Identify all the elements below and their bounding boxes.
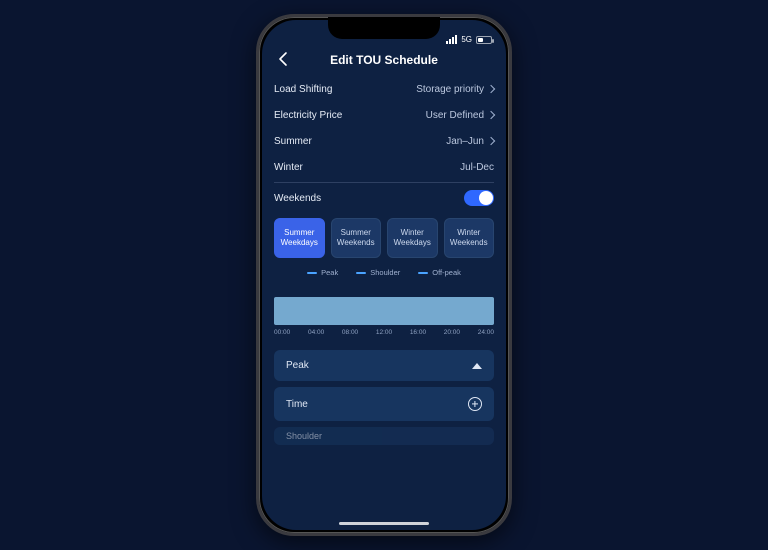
chevron-left-icon (274, 50, 292, 68)
summer-value: Jan–Jun (446, 136, 484, 147)
battery-icon (476, 36, 492, 44)
home-indicator[interactable] (339, 522, 429, 525)
row-winter[interactable]: Winter Jul-Dec (274, 154, 494, 180)
chevron-right-icon (487, 111, 495, 119)
weekends-toggle[interactable] (464, 190, 494, 206)
period-tabs: SummerWeekdays SummerWeekends WinterWeek… (274, 218, 494, 258)
legend-offpeak: Off-peak (418, 268, 461, 277)
load-shifting-label: Load Shifting (274, 84, 332, 95)
peak-label: Peak (286, 360, 309, 371)
timeline-ticks: 00:00 04:00 08:00 12:00 16:00 20:00 24:0… (274, 329, 494, 336)
row-summer[interactable]: Summer Jan–Jun (274, 128, 494, 154)
weekends-label: Weekends (274, 193, 321, 204)
tab-winter-weekends[interactable]: WinterWeekends (444, 218, 495, 258)
chevron-right-icon (487, 85, 495, 93)
legend: Peak Shoulder Off-peak (274, 268, 494, 277)
notch (328, 17, 440, 39)
winter-value: Jul-Dec (460, 162, 494, 173)
page-title: Edit TOU Schedule (330, 53, 438, 67)
add-icon (468, 397, 482, 411)
timeline-bar[interactable] (274, 297, 494, 325)
content: Load Shifting Storage priority Electrici… (262, 74, 506, 530)
cards: Peak Time Shoulder (274, 350, 494, 445)
shoulder-label: Shoulder (286, 431, 322, 441)
back-button[interactable] (274, 50, 292, 68)
legend-peak: Peak (307, 268, 338, 277)
card-time[interactable]: Time (274, 387, 494, 421)
collapse-icon (472, 363, 482, 369)
header: Edit TOU Schedule (262, 46, 506, 74)
row-load-shifting[interactable]: Load Shifting Storage priority (274, 76, 494, 102)
timeline: 00:00 04:00 08:00 12:00 16:00 20:00 24:0… (274, 297, 494, 336)
phone-frame: 5G Edit TOU Schedule Load Shifting Stora… (256, 14, 512, 536)
signal-icon (446, 35, 457, 44)
electricity-price-value: User Defined (426, 110, 484, 121)
card-shoulder[interactable]: Shoulder (274, 427, 494, 445)
time-label: Time (286, 399, 308, 410)
row-weekends: Weekends (274, 182, 494, 210)
winter-label: Winter (274, 162, 303, 173)
electricity-price-label: Electricity Price (274, 110, 342, 121)
summer-label: Summer (274, 136, 312, 147)
tab-summer-weekdays[interactable]: SummerWeekdays (274, 218, 325, 258)
row-electricity-price[interactable]: Electricity Price User Defined (274, 102, 494, 128)
tab-winter-weekdays[interactable]: WinterWeekdays (387, 218, 438, 258)
card-peak[interactable]: Peak (274, 350, 494, 381)
legend-shoulder: Shoulder (356, 268, 400, 277)
screen: 5G Edit TOU Schedule Load Shifting Stora… (262, 20, 506, 530)
load-shifting-value: Storage priority (416, 84, 484, 95)
tab-summer-weekends[interactable]: SummerWeekends (331, 218, 382, 258)
chevron-right-icon (487, 137, 495, 145)
network-label: 5G (461, 35, 472, 44)
